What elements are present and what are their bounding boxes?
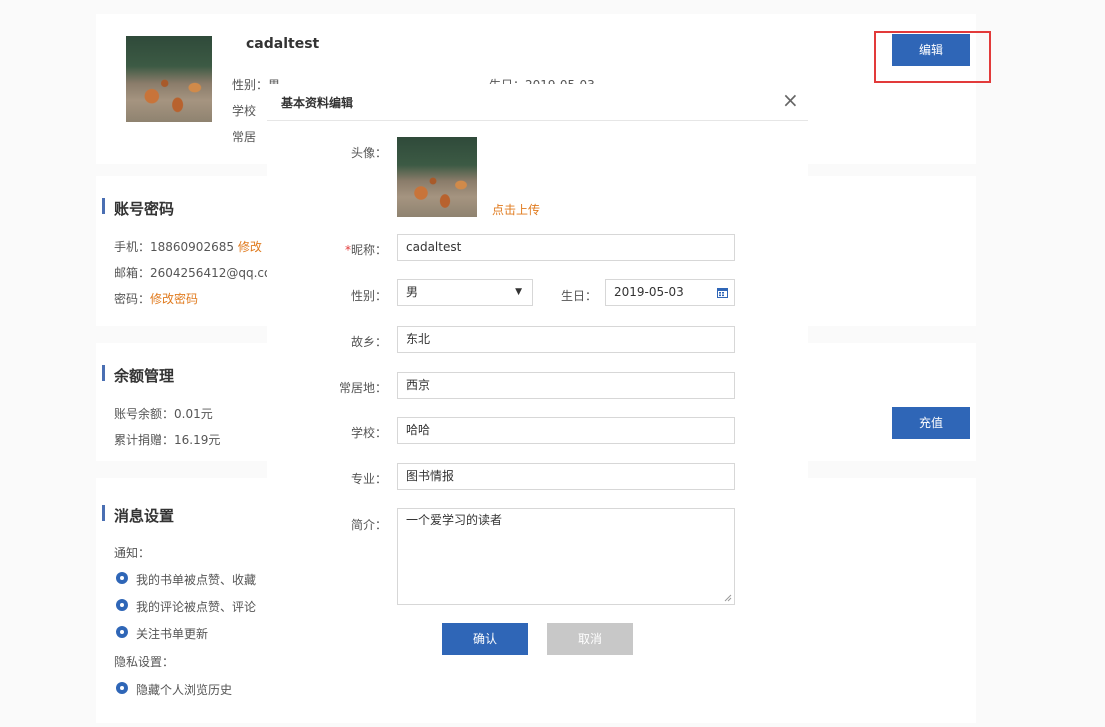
- upload-link[interactable]: 点击上传: [492, 201, 540, 218]
- residence-label: 常居地：: [338, 381, 387, 395]
- major-input[interactable]: 图书情报: [397, 463, 735, 490]
- avatar-preview: [397, 137, 477, 217]
- gender-label: 性别：: [350, 289, 387, 303]
- avatar-label: 头像：: [350, 146, 387, 160]
- birthday-input[interactable]: 2019-05-03: [605, 279, 735, 306]
- gender-select[interactable]: 男 ▼: [397, 279, 533, 306]
- nickname-label: *昵称：: [344, 243, 387, 257]
- bio-value: 一个爱学习的读者: [406, 513, 503, 527]
- dialog-header: 基本资料编辑 ×: [267, 84, 808, 121]
- cancel-button[interactable]: 取消: [547, 623, 633, 655]
- birthday-label: 生日：: [561, 289, 598, 303]
- bio-textarea[interactable]: 一个爱学习的读者: [397, 508, 735, 605]
- resize-grip-icon[interactable]: [724, 594, 732, 602]
- school-input[interactable]: 哈哈: [397, 417, 735, 444]
- nickname-input[interactable]: cadaltest: [397, 234, 735, 261]
- major-label: 专业：: [350, 472, 387, 486]
- bio-label: 简介：: [350, 518, 387, 532]
- caret-down-icon: ▼: [515, 287, 522, 297]
- calendar-icon[interactable]: [717, 287, 728, 298]
- birthday-value: 2019-05-03: [614, 285, 684, 299]
- residence-input[interactable]: 西京: [397, 372, 735, 399]
- hometown-label: 故乡：: [350, 335, 387, 349]
- close-icon[interactable]: ×: [782, 89, 799, 111]
- edit-profile-dialog: 基本资料编辑 × 头像： 点击上传 *昵称： cadaltest 性别： 男 ▼…: [267, 84, 808, 669]
- confirm-button[interactable]: 确认: [442, 623, 528, 655]
- school-label: 学校：: [350, 426, 387, 440]
- dialog-title: 基本资料编辑: [281, 96, 354, 110]
- gender-value: 男: [406, 285, 419, 299]
- hometown-input[interactable]: 东北: [397, 326, 735, 353]
